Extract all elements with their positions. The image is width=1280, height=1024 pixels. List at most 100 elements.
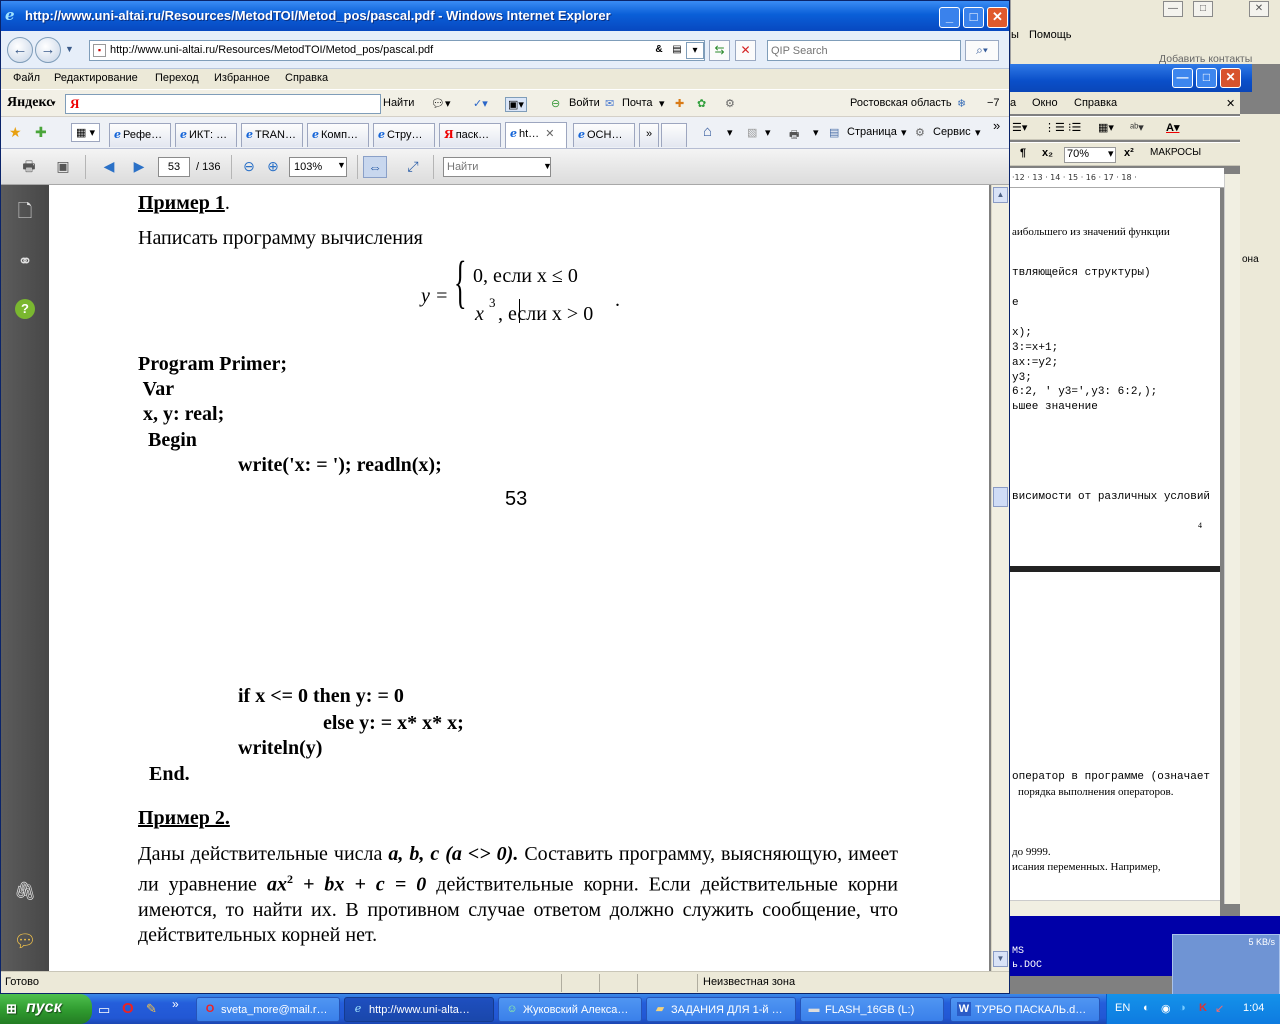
pages-icon[interactable]: 🗋︎	[13, 199, 37, 223]
chevron-down-icon[interactable]: ▾	[51, 98, 56, 109]
menu-file[interactable]: Файл	[13, 72, 40, 84]
page-menu-button[interactable]: Страница	[847, 126, 897, 138]
close-icon[interactable]: ✕	[987, 7, 1008, 28]
word-menu-item[interactable]: а	[1010, 97, 1016, 109]
word-horizontal-scrollbar[interactable]	[1010, 900, 1220, 916]
spellcheck-icon[interactable]: ✓▾	[473, 97, 488, 110]
yandex-mail-button[interactable]: Почта	[622, 97, 653, 109]
tab-7-active[interactable]: e ht… ✕	[505, 122, 567, 148]
quick-tabs-icon[interactable]: ▦ ▾	[71, 123, 100, 142]
scroll-up-icon[interactable]: ▲	[993, 187, 1008, 203]
tab-8[interactable]: e ОСН…	[573, 123, 635, 147]
tab-3[interactable]: e TRAN…	[241, 123, 303, 147]
bookmark-add-icon[interactable]: ✚	[675, 97, 684, 110]
task-chat[interactable]: ☺ Жуковский Алекса…	[498, 997, 642, 1022]
zoom-out-icon[interactable]: ⊖	[237, 156, 261, 178]
menu-favorites[interactable]: Избранное	[214, 72, 270, 84]
menu-go[interactable]: Переход	[155, 72, 199, 84]
tab-5[interactable]: e Стру…	[373, 123, 435, 147]
yandex-find-button[interactable]: Найти	[383, 97, 414, 109]
compat-icon[interactable]: &	[650, 42, 668, 59]
show-desktop-icon[interactable]: ▭	[98, 1002, 110, 1018]
more-quicklaunch-icon[interactable]: »	[172, 997, 179, 1011]
maximize-icon[interactable]: □	[963, 7, 984, 28]
translate-icon[interactable]: ▣▾	[505, 97, 527, 112]
start-button[interactable]: ⊞ пуск	[0, 994, 92, 1024]
minimize-icon[interactable]: —	[1172, 68, 1193, 88]
next-page-icon[interactable]: ▶	[127, 156, 151, 178]
fit-width-icon[interactable]: ⇔	[363, 156, 387, 178]
tab-4[interactable]: e Комп…	[307, 123, 369, 147]
pdf-viewport[interactable]: Пример 1. Написать программу вычисления …	[49, 185, 991, 971]
task-word-doc[interactable]: W ТУРБО ПАСКАЛЬ.d…	[950, 997, 1100, 1022]
pdf-vertical-scrollbar[interactable]: ▲ ▼	[991, 185, 1009, 971]
comments-icon[interactable]: 💬︎	[13, 929, 37, 953]
region-label[interactable]: Ростовская область	[850, 97, 952, 109]
tab-1[interactable]: e Рефе…	[109, 123, 171, 147]
minimize-icon[interactable]: _	[939, 7, 960, 28]
close-icon[interactable]: ✕	[1249, 1, 1269, 17]
maximize-icon[interactable]: □	[1196, 68, 1217, 88]
yandex-login-button[interactable]: Войти	[569, 97, 600, 109]
maximize-icon[interactable]: □	[1193, 1, 1213, 17]
task-opera-mail[interactable]: Osveta_more@mail.r…	[196, 997, 340, 1022]
close-tab-icon[interactable]: ✕	[545, 128, 554, 140]
yandex-search-input[interactable]: Я	[65, 94, 381, 114]
feeds-icon[interactable]: ▧	[747, 126, 757, 139]
subscript-icon[interactable]: x₂	[1042, 147, 1053, 159]
scroll-down-icon[interactable]: ▼	[993, 951, 1008, 967]
bg-menu-help[interactable]: Помощь	[1029, 29, 1072, 41]
menu-edit[interactable]: Редактирование	[54, 72, 138, 84]
help-icon[interactable]: ?	[15, 299, 35, 319]
highlight-icon[interactable]: ᵃᵇ▾	[1130, 121, 1144, 134]
chevron-down-icon[interactable]: ▾	[765, 126, 771, 139]
search-field[interactable]	[767, 40, 961, 61]
print-icon[interactable]: 🖶︎	[789, 126, 799, 145]
page-number-input[interactable]	[158, 157, 190, 177]
chevron-down-icon[interactable]: ▾	[659, 97, 665, 110]
border-icon[interactable]: ▦▾	[1098, 121, 1114, 134]
clock[interactable]: 1:04	[1243, 1002, 1264, 1014]
add-favorites-icon[interactable]: ✚	[35, 124, 47, 141]
numbered-list-icon[interactable]: ⋮☰	[1044, 121, 1065, 134]
more-tabs-button[interactable]: »	[639, 123, 659, 147]
previous-page-icon[interactable]: ◀	[97, 156, 121, 178]
yandex-logo[interactable]: Яндекс	[7, 95, 52, 111]
login-icon[interactable]: ⊖	[551, 97, 560, 110]
word-menu-window[interactable]: Окно	[1032, 97, 1058, 109]
refresh-icon[interactable]: ⇆	[709, 40, 730, 61]
mail-icon[interactable]: ✉	[605, 97, 614, 110]
fit-page-icon[interactable]: ⤢	[401, 156, 425, 178]
minimize-icon[interactable]: —	[1163, 1, 1183, 17]
bg-menu-item[interactable]: ы	[1011, 29, 1019, 41]
close-icon[interactable]: ✕	[1220, 68, 1241, 88]
search-icon[interactable]: ⌕▾	[965, 40, 999, 61]
chevron-down-icon[interactable]: ▾	[686, 42, 704, 59]
chevron-down-icon[interactable]: ▾	[727, 126, 733, 139]
chevron-down-icon[interactable]: ▾	[1108, 147, 1114, 160]
print-icon[interactable]: 🖶︎	[17, 156, 41, 178]
close-icon[interactable]: ✕	[1226, 97, 1235, 110]
search-input[interactable]	[768, 41, 938, 60]
tray-icon[interactable]: ◑	[1179, 1002, 1186, 1014]
favorites-add-icon[interactable]: ✿	[697, 97, 706, 110]
address-url[interactable]: http://www.uni-altai.ru/Resources/MetodT…	[110, 44, 433, 56]
opera-icon[interactable]: O	[122, 1000, 134, 1017]
address-field[interactable]: ▪ http://www.uni-altai.ru/Resources/Meto…	[89, 40, 705, 61]
back-button[interactable]: ←	[7, 37, 33, 63]
macros-button[interactable]: МАКРОСЫ	[1150, 147, 1201, 158]
zoom-in-icon[interactable]: ⊕	[261, 156, 285, 178]
attachment-icon[interactable]: 🖇︎	[13, 879, 37, 903]
bulleted-list-icon[interactable]: ⁝☰	[1068, 121, 1081, 134]
chevron-down-icon[interactable]: ▾	[975, 126, 981, 139]
tab-2[interactable]: e ИКТ: …	[175, 123, 237, 147]
binoculars-icon[interactable]: ⚭	[13, 249, 37, 273]
scroll-thumb[interactable]	[993, 487, 1008, 507]
pilcrow-icon[interactable]: ¶	[1020, 147, 1026, 159]
antivirus-icon[interactable]: K	[1199, 1002, 1207, 1014]
task-ie[interactable]: e http://www.uni-alta…	[344, 997, 494, 1022]
rss-icon[interactable]: ▤	[668, 42, 686, 59]
task-folder[interactable]: ▰ ЗАДАНИЯ ДЛЯ 1-й …	[646, 997, 796, 1022]
quick-launch-icon[interactable]: ✎	[146, 1001, 157, 1017]
favorites-star-icon[interactable]: ★	[9, 124, 22, 141]
